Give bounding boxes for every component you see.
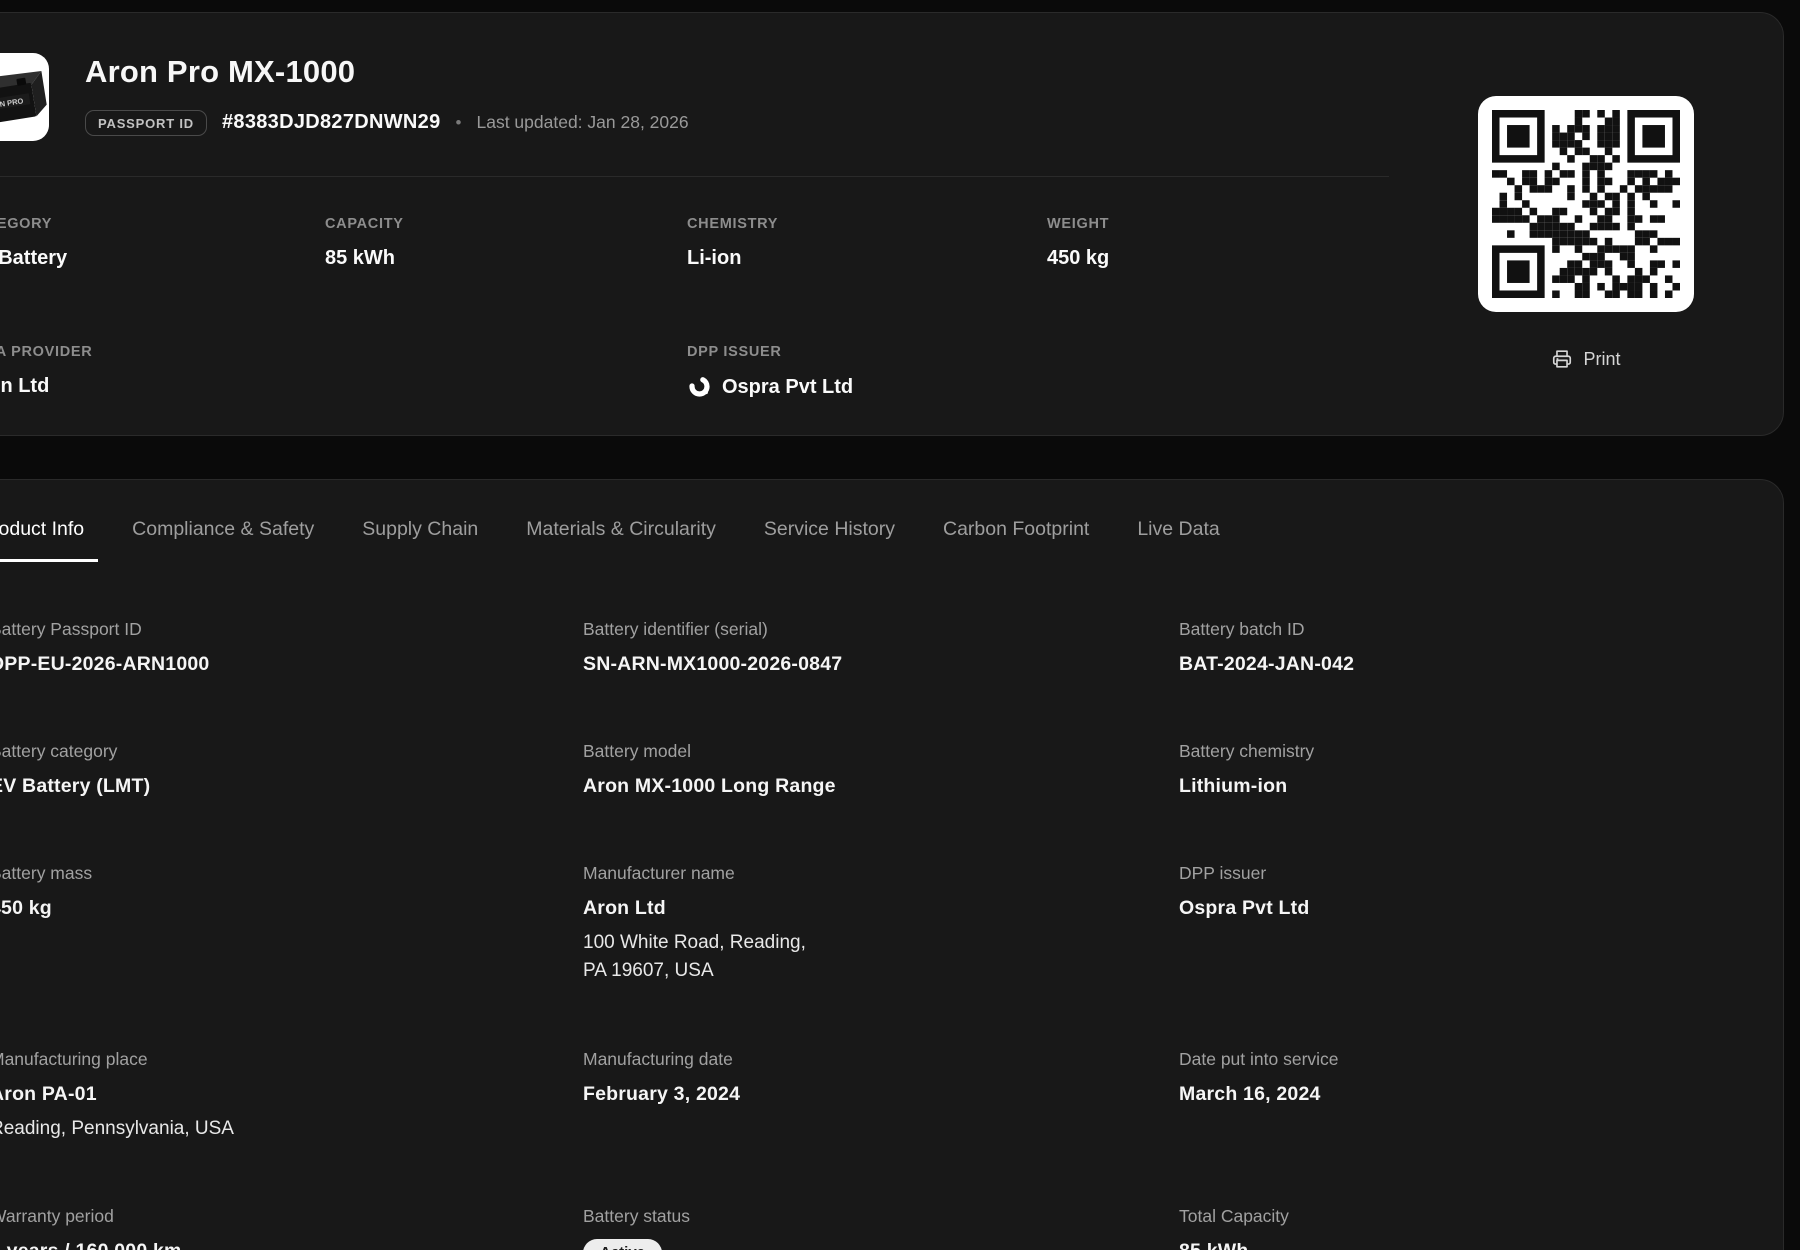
battery-product-image: ARON PRO	[0, 53, 49, 141]
page-title: Aron Pro MX-1000	[85, 53, 355, 91]
field-manufacturing-place: Manufacturing place Aron PA-01 Reading, …	[0, 1049, 234, 1143]
field-value: Lithium-ion	[1179, 774, 1314, 798]
dpp-issuer: DPP ISSUER Ospra Pvt Ltd	[687, 343, 853, 399]
field-value: 85 kWh	[1179, 1239, 1289, 1250]
field-label: Battery batch ID	[1179, 619, 1354, 640]
field-label: Battery identifier (serial)	[583, 619, 842, 640]
field-battery-passport-id: Battery Passport ID DPP-EU-2026-ARN1000	[0, 619, 209, 676]
tab-bar: Product Info Compliance & Safety Supply …	[0, 516, 1234, 562]
stat-chemistry-value: Li-ion	[687, 246, 778, 270]
stat-capacity-label: CAPACITY	[325, 215, 404, 233]
field-value: Aron MX-1000 Long Range	[583, 774, 836, 798]
address-line: 100 White Road, Reading,	[583, 929, 806, 957]
field-value: EV Battery (LMT)	[0, 774, 150, 798]
passport-id-badge: PASSPORT ID	[85, 110, 207, 136]
field-label: Battery status	[583, 1206, 690, 1227]
field-label: Manufacturer name	[583, 863, 806, 884]
tab-supply-chain[interactable]: Supply Chain	[348, 516, 492, 562]
stat-category: CATEGORY EV Battery	[0, 215, 67, 270]
header-divider	[0, 176, 1389, 177]
passport-id-row: PASSPORT ID #8383DJD827DNWN29 • Last upd…	[85, 107, 689, 138]
field-warranty-period: Warranty period 8 years / 160,000 km	[0, 1206, 182, 1250]
stat-weight: WEIGHT 450 kg	[1047, 215, 1109, 270]
stat-capacity: CAPACITY 85 kWh	[325, 215, 404, 270]
field-battery-category: Battery category EV Battery (LMT)	[0, 741, 150, 798]
tab-carbon-footprint[interactable]: Carbon Footprint	[929, 516, 1103, 562]
field-label: Battery Passport ID	[0, 619, 209, 640]
field-value: Aron PA-01	[0, 1082, 234, 1106]
stat-chemistry: CHEMISTRY Li-ion	[687, 215, 778, 270]
field-value: February 3, 2024	[583, 1082, 740, 1106]
status-badge: Active	[583, 1239, 662, 1250]
field-label: Warranty period	[0, 1206, 182, 1227]
tab-live-data[interactable]: Live Data	[1123, 516, 1233, 562]
field-value: DPP-EU-2026-ARN1000	[0, 652, 209, 676]
stat-category-label: CATEGORY	[0, 215, 67, 233]
manufacturing-place-region: Reading, Pennsylvania, USA	[0, 1115, 234, 1143]
last-updated-text: Last updated: Jan 28, 2026	[476, 112, 688, 133]
qr-code-svg	[1492, 110, 1680, 298]
field-battery-model: Battery model Aron MX-1000 Long Range	[583, 741, 836, 798]
field-value: SN-ARN-MX1000-2026-0847	[583, 652, 842, 676]
header-card: ARON PRO Aron Pro MX-1000 PASSPORT ID #8…	[0, 12, 1784, 436]
passport-id-value: #8383DJD827DNWN29	[222, 111, 441, 134]
stat-category-value: EV Battery	[0, 246, 67, 270]
field-value: 8 years / 160,000 km	[0, 1239, 182, 1250]
print-button[interactable]: Print	[1478, 345, 1694, 373]
field-battery-identifier: Battery identifier (serial) SN-ARN-MX100…	[583, 619, 842, 676]
field-label: Battery chemistry	[1179, 741, 1314, 762]
field-date-put-into-service: Date put into service March 16, 2024	[1179, 1049, 1339, 1106]
field-label: Battery model	[583, 741, 836, 762]
field-label: Battery mass	[0, 863, 92, 884]
field-label: Manufacturing place	[0, 1049, 234, 1070]
data-provider-value: Aron Ltd	[0, 374, 92, 398]
field-value: Ospra Pvt Ltd	[1179, 896, 1309, 920]
field-manufacturer-name: Manufacturer name Aron Ltd 100 White Roa…	[583, 863, 806, 985]
stat-weight-label: WEIGHT	[1047, 215, 1109, 233]
dpp-issuer-label: DPP ISSUER	[687, 343, 853, 361]
field-value: BAT-2024-JAN-042	[1179, 652, 1354, 676]
field-label: Total Capacity	[1179, 1206, 1289, 1227]
data-provider-label: DATA PROVIDER	[0, 343, 92, 361]
printer-icon	[1551, 348, 1573, 370]
ospra-logo-icon	[687, 374, 712, 399]
tab-compliance-safety[interactable]: Compliance & Safety	[118, 516, 328, 562]
field-label: Battery category	[0, 741, 150, 762]
battery-passport-page: ARON PRO Aron Pro MX-1000 PASSPORT ID #8…	[0, 0, 1800, 1250]
field-battery-batch-id: Battery batch ID BAT-2024-JAN-042	[1179, 619, 1354, 676]
dpp-issuer-value: Ospra Pvt Ltd	[722, 375, 853, 399]
details-card: Product Info Compliance & Safety Supply …	[0, 479, 1784, 1250]
field-label: Date put into service	[1179, 1049, 1339, 1070]
field-battery-chemistry: Battery chemistry Lithium-ion	[1179, 741, 1314, 798]
field-label: Manufacturing date	[583, 1049, 740, 1070]
qr-code	[1478, 96, 1694, 312]
stat-capacity-value: 85 kWh	[325, 246, 404, 270]
field-dpp-issuer: DPP issuer Ospra Pvt Ltd	[1179, 863, 1309, 920]
address-line: PA 19607, USA	[583, 957, 806, 985]
tab-materials-circularity[interactable]: Materials & Circularity	[512, 516, 730, 562]
field-manufacturing-date: Manufacturing date February 3, 2024	[583, 1049, 740, 1106]
field-value: March 16, 2024	[1179, 1082, 1339, 1106]
field-value: 450 kg	[0, 896, 92, 920]
field-label: DPP issuer	[1179, 863, 1309, 884]
tab-product-info[interactable]: Product Info	[0, 516, 98, 562]
field-battery-mass: Battery mass 450 kg	[0, 863, 92, 920]
stat-chemistry-label: CHEMISTRY	[687, 215, 778, 233]
stat-weight-value: 450 kg	[1047, 246, 1109, 270]
field-total-capacity: Total Capacity 85 kWh	[1179, 1206, 1289, 1250]
data-provider: DATA PROVIDER Aron Ltd	[0, 343, 92, 398]
tab-service-history[interactable]: Service History	[750, 516, 909, 562]
product-thumbnail: ARON PRO	[0, 53, 49, 141]
manufacturer-address: 100 White Road, Reading, PA 19607, USA	[583, 929, 806, 985]
field-battery-status: Battery status Active	[583, 1206, 690, 1250]
print-button-label: Print	[1583, 349, 1620, 370]
bullet-separator: •	[456, 113, 462, 133]
field-value: Aron Ltd	[583, 896, 806, 920]
